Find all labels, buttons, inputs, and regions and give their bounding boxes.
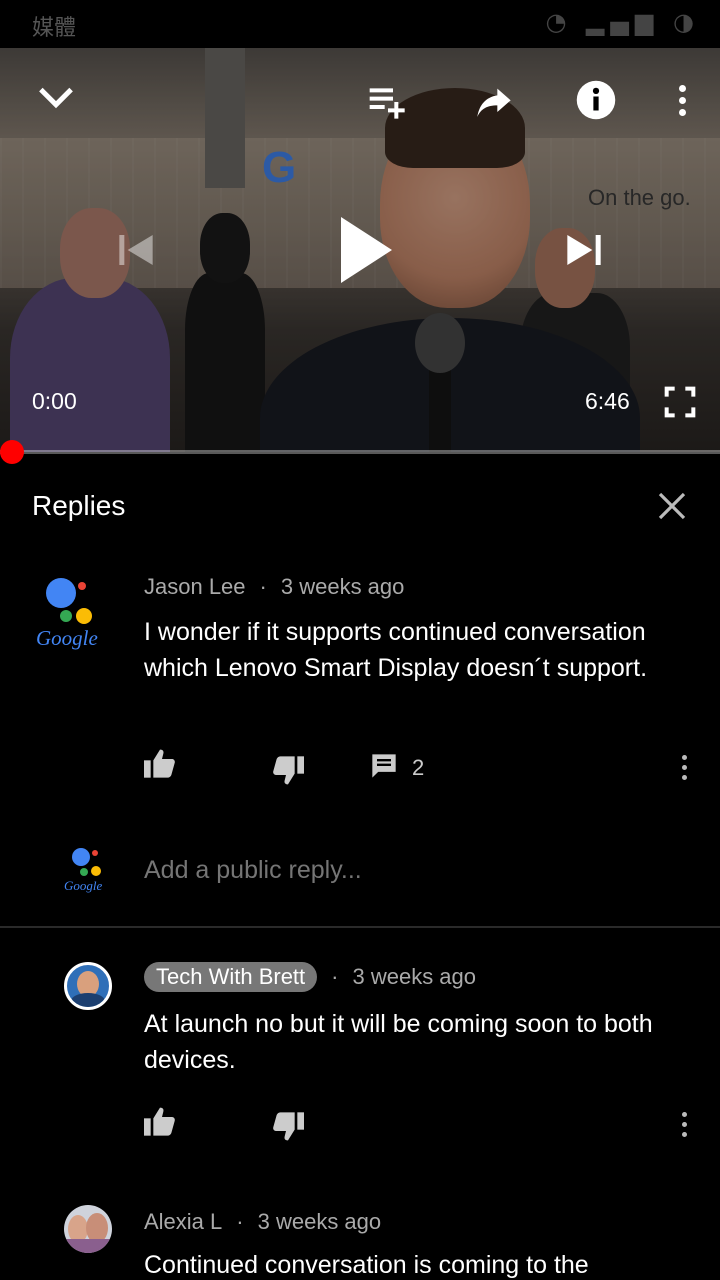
reply-count: 2 [412, 755, 425, 780]
status-bar: 媒體 ◔ ▂▄▆ ◑ [0, 0, 720, 48]
replies-header: Replies [0, 470, 720, 550]
comment-time: 3 weeks ago [352, 964, 477, 989]
comment-author[interactable]: Alexia L [144, 1209, 222, 1235]
status-app-name: 媒體 [32, 16, 77, 41]
meta-separator: · [236, 1209, 244, 1234]
previous-icon[interactable] [112, 226, 160, 274]
progress-bar[interactable] [0, 450, 720, 454]
comment-more-icon[interactable] [674, 1104, 694, 1144]
comment-meta: Alexia L · 3 weeks ago [144, 1209, 381, 1235]
comment-icon [370, 752, 398, 784]
share-icon[interactable] [470, 78, 518, 126]
fullscreen-icon[interactable] [660, 382, 700, 422]
creator-author-chip[interactable]: Tech With Brett [144, 962, 318, 992]
comment-meta: Tech With Brett · 3 weeks ago [144, 962, 476, 992]
status-icons: ◔ ▂▄▆ ◑ [545, 8, 700, 36]
battery-icon: ◑ [673, 8, 700, 36]
avatar-wordmark: Google [36, 626, 98, 650]
add-to-queue-icon[interactable] [362, 78, 414, 126]
dislike-button[interactable] [272, 1112, 304, 1146]
dislike-button[interactable] [272, 756, 304, 790]
parent-comment: Google Jason Lee · 3 weeks ago I wonder … [0, 560, 720, 820]
more-icon[interactable] [672, 80, 692, 120]
avatar[interactable]: Google [36, 574, 116, 654]
duration: 6:46 [585, 388, 630, 414]
collapse-icon[interactable] [32, 74, 80, 122]
reply-item: Alexia L · 3 weeks ago Continued convers… [0, 1195, 720, 1280]
next-icon[interactable] [560, 226, 608, 274]
comment-text: Continued conversation is coming to the [144, 1251, 589, 1279]
like-button[interactable] [144, 748, 176, 782]
current-time: 0:00 [32, 388, 77, 414]
reply-input[interactable] [144, 856, 644, 885]
thumbs-up-icon [144, 748, 176, 782]
like-button[interactable] [144, 1106, 176, 1140]
avatar[interactable] [64, 962, 112, 1010]
divider [0, 926, 720, 928]
wifi-icon: ◔ [545, 8, 573, 36]
thumbs-down-icon [272, 756, 304, 790]
avatar: Google [64, 846, 116, 898]
comment-time: 3 weeks ago [257, 1209, 382, 1234]
comment-text: At launch no but it will be coming soon … [144, 1010, 653, 1074]
reply-item: Tech With Brett · 3 weeks ago At launch … [0, 950, 720, 1150]
play-icon[interactable] [330, 210, 400, 290]
signal-icon: ▂▄▆ [586, 8, 660, 36]
comment-more-icon[interactable] [674, 747, 694, 787]
comment-time: 3 weeks ago [280, 574, 405, 599]
meta-separator: · [259, 574, 267, 599]
thumbs-up-icon [144, 1106, 176, 1140]
comment-author[interactable]: Jason Lee [144, 574, 246, 600]
comment-meta: Jason Lee · 3 weeks ago [144, 574, 404, 600]
close-icon[interactable] [650, 484, 694, 528]
meta-separator: · [331, 964, 339, 989]
avatar-wordmark: Google [64, 878, 103, 893]
replies-title: Replies [32, 490, 126, 521]
add-reply-row: Google [0, 830, 720, 926]
replies-button[interactable]: 2 [370, 752, 424, 784]
avatar[interactable] [64, 1205, 112, 1253]
comment-text: I wonder if it supports continued conver… [144, 618, 648, 682]
progress-scrubber[interactable] [0, 440, 24, 464]
info-icon[interactable] [574, 78, 618, 122]
thumbs-down-icon [272, 1112, 304, 1146]
